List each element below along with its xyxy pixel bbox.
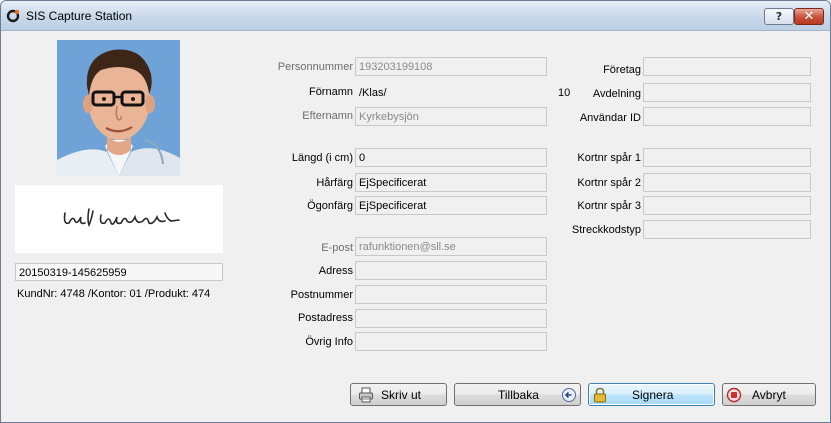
signature-image <box>63 208 180 228</box>
postnummer-field[interactable] <box>355 285 547 304</box>
kortnr-spar-3-label: Kortnr spår 3 <box>577 200 641 212</box>
signature-box <box>15 185 223 253</box>
client-area: 20150319-145625959 KundNr: 4748 /Kontor:… <box>5 32 826 418</box>
epost-label: E-post <box>321 242 353 254</box>
ogonfarg-value: EjSpecificerat <box>359 200 427 212</box>
efternamn-field[interactable]: Kyrkebysjön <box>355 107 547 126</box>
harfarg-field[interactable]: EjSpecificerat <box>355 173 547 192</box>
streckkodstyp-label: Streckkodstyp <box>571 224 641 236</box>
sign-label: Signera <box>632 388 674 402</box>
avdelning-field[interactable] <box>643 83 811 102</box>
window-title: SIS Capture Station <box>26 9 133 23</box>
avdelning-label: Avdelning <box>592 88 641 100</box>
order-info: KundNr: 4748 /Kontor: 01 /Produkt: 474 <box>17 288 211 300</box>
close-button[interactable]: ✕ <box>794 8 824 25</box>
print-label: Skriv ut <box>381 388 422 402</box>
fornamn-count: 10 <box>558 87 571 99</box>
adress-field[interactable] <box>355 261 547 280</box>
capture-id-field: 20150319-145625959 <box>15 263 223 281</box>
back-arrow-icon <box>562 388 576 402</box>
personnummer-field[interactable]: 193203199108 <box>355 57 547 76</box>
personnummer-value: 193203199108 <box>359 61 433 73</box>
streckkodstyp-field[interactable] <box>643 220 811 239</box>
harfarg-value: EjSpecificerat <box>359 177 427 189</box>
sis-logo-icon <box>6 9 20 23</box>
back-button[interactable]: Tillbaka <box>454 383 581 406</box>
postadress-field[interactable] <box>355 309 547 328</box>
cancel-label: Avbryt <box>752 388 786 402</box>
harfarg-label: Hårfärg <box>316 177 353 189</box>
sign-button[interactable]: Signera <box>588 383 715 406</box>
anvandar-id-field[interactable] <box>643 107 811 126</box>
epost-value: rafunktionen@sll.se <box>359 241 456 253</box>
cancel-button[interactable]: Avbryt <box>722 383 816 406</box>
ogonfarg-label: Ögonfärg <box>307 200 353 212</box>
padlock-icon <box>594 387 606 403</box>
print-button[interactable]: Skriv ut <box>350 383 447 406</box>
anvandar-id-label: Användar ID <box>579 112 641 124</box>
fornamn-label: Förnamn <box>308 86 353 98</box>
stop-icon <box>726 387 742 403</box>
langd-label: Längd (i cm) <box>291 152 353 164</box>
epost-field[interactable]: rafunktionen@sll.se <box>355 237 547 256</box>
kortnr-spar-3-field[interactable] <box>643 196 811 215</box>
fornamn-value: /Klas/ <box>359 87 387 99</box>
kortnr-spar-1-label: Kortnr spår 1 <box>577 152 641 164</box>
fornamn-field[interactable]: /Klas/ <box>355 83 547 102</box>
portrait-photo <box>57 40 180 176</box>
ovrig-info-label: Övrig Info <box>305 336 353 348</box>
close-icon: ✕ <box>803 9 815 24</box>
langd-field[interactable]: 0 <box>355 148 547 167</box>
capture-window: SIS Capture Station ? ✕ 20150319-1456259… <box>0 0 831 423</box>
postnummer-label: Postnummer <box>290 289 353 301</box>
kortnr-spar-2-field[interactable] <box>643 173 811 192</box>
capture-id-value: 20150319-145625959 <box>19 267 127 279</box>
ovrig-info-field[interactable] <box>355 332 547 351</box>
foretag-field[interactable] <box>643 57 811 76</box>
printer-icon <box>359 387 373 403</box>
efternamn-value: Kyrkebysjön <box>359 111 419 123</box>
kortnr-spar-1-field[interactable] <box>643 148 811 167</box>
title-bar[interactable]: SIS Capture Station ? ✕ <box>1 1 830 31</box>
kortnr-spar-2-label: Kortnr spår 2 <box>577 177 641 189</box>
foretag-label: Företag <box>603 64 641 76</box>
langd-value: 0 <box>359 152 366 164</box>
postadress-label: Postadress <box>297 312 353 324</box>
help-button[interactable]: ? <box>764 8 794 25</box>
efternamn-label: Efternamn <box>302 110 353 122</box>
ogonfarg-field[interactable]: EjSpecificerat <box>355 196 547 215</box>
help-label: ? <box>775 10 783 23</box>
back-label: Tillbaka <box>498 388 539 402</box>
adress-label: Adress <box>318 265 353 277</box>
personnummer-label: Personnummer <box>277 61 353 73</box>
portrait-illustration <box>57 40 180 176</box>
